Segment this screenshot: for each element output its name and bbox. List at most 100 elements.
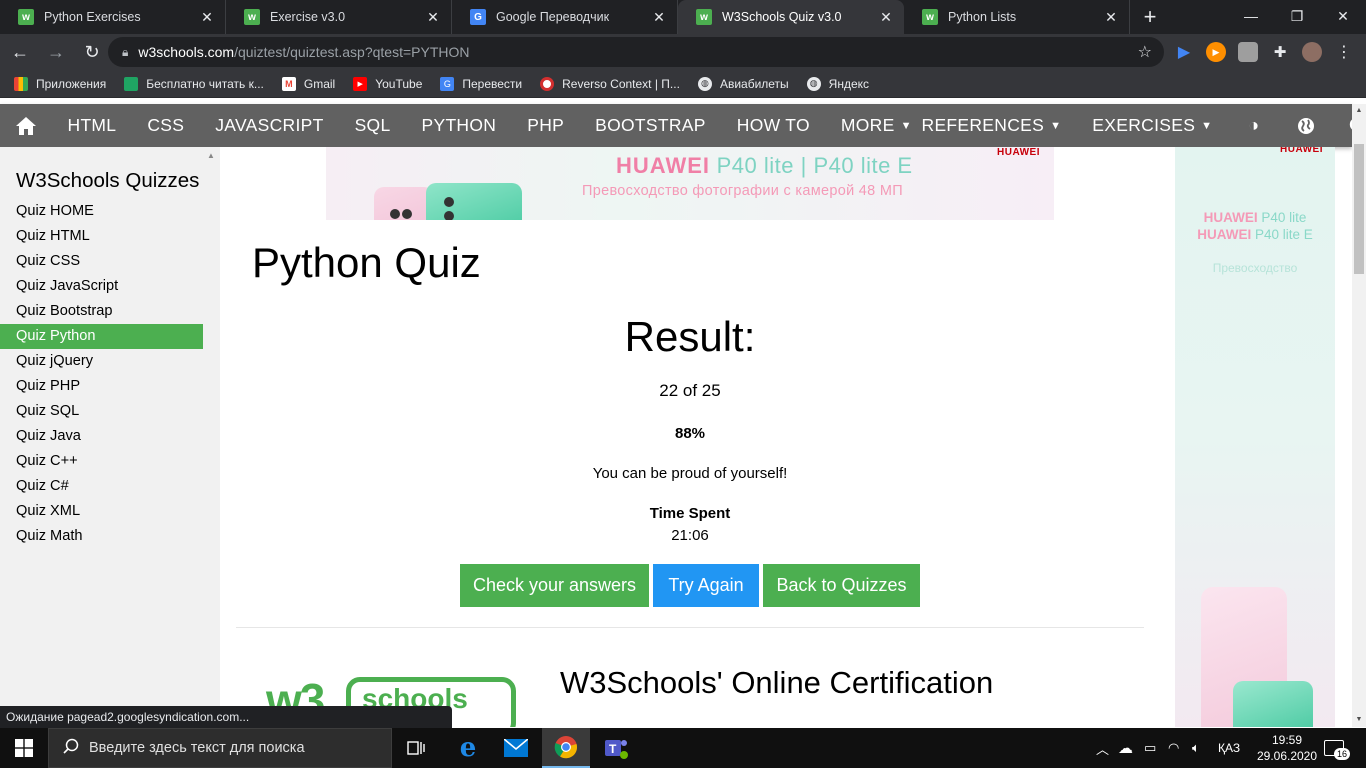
contrast-toggle-icon[interactable]: ◑ <box>1228 104 1280 147</box>
browser-tab[interactable]: w Python Lists ✕ <box>904 0 1130 34</box>
scroll-down-arrow-icon[interactable]: ▼ <box>1352 713 1366 727</box>
nav-html[interactable]: HTML <box>52 104 132 147</box>
sidebar-link-quiz-math[interactable]: Quiz Math <box>0 524 203 549</box>
nav-exercises-label: EXERCISES <box>1092 115 1196 135</box>
nav-css[interactable]: CSS <box>132 104 200 147</box>
globe-translate-icon[interactable] <box>1280 104 1332 147</box>
volume-icon[interactable]: 🔈︎ <box>1192 728 1200 768</box>
media-extension-icon[interactable]: ▶ <box>1206 42 1226 62</box>
page-scrollbar[interactable]: ▲ ▼ <box>1352 104 1366 727</box>
close-tab-icon[interactable]: ✕ <box>1103 9 1119 26</box>
sidebar-link-quiz-cplusplus[interactable]: Quiz C++ <box>0 449 203 474</box>
bookmark-item[interactable]: G Перевести <box>440 76 522 91</box>
nav-javascript[interactable]: JAVASCRIPT <box>200 104 339 147</box>
top-advertisement-banner[interactable]: HUAWEI HUAWEI P40 lite | P40 lite E Прев… <box>326 147 1054 220</box>
forward-arrow-icon[interactable]: → <box>40 36 72 68</box>
address-bar[interactable]: 🔒︎ w3schools.com/quiztest/quiztest.asp?q… <box>108 37 1164 67</box>
apps-grid-icon <box>14 76 28 91</box>
screenshot-extension-icon[interactable] <box>1238 42 1258 62</box>
mail-icon[interactable] <box>492 728 540 768</box>
task-view-icon[interactable] <box>392 728 440 768</box>
ad-tagline: Превосходство фотографии с камерой 48 МП <box>582 183 903 199</box>
battery-icon[interactable]: ▭ <box>1144 728 1156 768</box>
extensions-puzzle-icon[interactable]: ✚ <box>1270 42 1290 62</box>
section-divider <box>236 627 1144 628</box>
bookmark-item[interactable]: ◍ Авиабилеты <box>697 76 789 91</box>
browser-tab-active[interactable]: w W3Schools Quiz v3.0 ✕ <box>678 0 904 34</box>
sidebar-link-quiz-css[interactable]: Quiz CSS <box>0 249 203 274</box>
browser-tab[interactable]: w Python Exercises ✕ <box>0 0 226 34</box>
back-to-quizzes-button[interactable]: Back to Quizzes <box>763 564 920 607</box>
check-answers-button[interactable]: Check your answers <box>460 564 649 607</box>
sidebar-link-quiz-javascript[interactable]: Quiz JavaScript <box>0 274 203 299</box>
w3schools-favicon-icon: w <box>922 9 938 25</box>
sidebar-link-quiz-php[interactable]: Quiz PHP <box>0 374 203 399</box>
close-tab-icon[interactable]: ✕ <box>425 9 441 26</box>
sidebar-link-quiz-html[interactable]: Quiz HTML <box>0 224 203 249</box>
sidebar-link-quiz-java[interactable]: Quiz Java <box>0 424 203 449</box>
scroll-up-arrow-icon[interactable]: ▲ <box>1352 104 1366 118</box>
minimize-window-icon[interactable]: — <box>1228 0 1274 32</box>
profile-avatar[interactable] <box>1302 42 1322 62</box>
nav-references-label: REFERENCES <box>921 115 1045 135</box>
nav-references[interactable]: REFERENCES ▼ <box>906 104 1077 147</box>
w3schools-favicon-icon: w <box>696 9 712 25</box>
edge-browser-icon[interactable]: e <box>444 728 492 768</box>
url-host: w3schools.com <box>138 44 235 60</box>
sidebar-scroll-up-icon[interactable]: ▲ <box>207 151 215 160</box>
taskbar-clock[interactable]: 19:59 29.06.2020 <box>1252 732 1322 764</box>
try-again-button[interactable]: Try Again <box>653 564 759 607</box>
nav-how-to[interactable]: HOW TO <box>721 104 825 147</box>
bookmark-item[interactable]: Reverso Context | П... <box>540 76 680 91</box>
bookmark-apps[interactable]: Приложения <box>14 76 106 91</box>
nav-exercises[interactable]: EXERCISES ▼ <box>1077 104 1228 147</box>
scrollbar-thumb[interactable] <box>1354 144 1364 274</box>
browser-tab[interactable]: w Exercise v3.0 ✕ <box>226 0 452 34</box>
bookmark-item[interactable]: ▶ YouTube <box>353 76 422 91</box>
svg-text:T: T <box>609 742 617 756</box>
nav-php[interactable]: PHP <box>512 104 580 147</box>
huawei-logo: HUAWEI <box>997 147 1040 158</box>
close-tab-icon[interactable]: ✕ <box>199 9 215 26</box>
chrome-icon[interactable] <box>542 728 590 768</box>
maximize-window-icon[interactable]: ❐ <box>1274 0 1320 32</box>
back-arrow-icon[interactable]: ← <box>4 36 36 68</box>
close-tab-icon[interactable]: ✕ <box>651 9 667 26</box>
nav-more-label: MORE <box>840 115 895 135</box>
bookmark-item[interactable]: ◍ Яндекс <box>806 76 869 91</box>
browser-tab[interactable]: G Google Переводчик ✕ <box>452 0 678 34</box>
right-advertisement-banner[interactable]: HUAWEI HUAWEI P40 lite HUAWEI P40 lite E… <box>1175 147 1335 727</box>
play-extension-icon[interactable]: ▶ <box>1174 42 1194 62</box>
nav-python[interactable]: PYTHON <box>406 104 512 147</box>
sidebar-link-quiz-xml[interactable]: Quiz XML <box>0 499 203 524</box>
taskbar-search-input[interactable]: Введите здесь текст для поиска <box>48 728 392 768</box>
new-tab-icon[interactable]: + <box>1130 0 1170 34</box>
nav-bootstrap[interactable]: BOOTSTRAP <box>580 104 722 147</box>
sidebar-link-quiz-csharp[interactable]: Quiz C# <box>0 474 203 499</box>
sidebar-link-quiz-python[interactable]: Quiz Python <box>0 324 203 349</box>
huawei-logo: HUAWEI <box>1280 147 1323 155</box>
close-tab-icon[interactable]: ✕ <box>878 9 894 26</box>
teams-icon[interactable]: T <box>592 728 640 768</box>
input-language-indicator[interactable]: ҚАЗ <box>1218 728 1240 768</box>
bookmark-item[interactable]: Бесплатно читать к... <box>124 76 264 91</box>
onedrive-cloud-icon[interactable]: ☁ <box>1118 728 1133 768</box>
sidebar-link-quiz-bootstrap[interactable]: Quiz Bootstrap <box>0 299 203 324</box>
windows-start-icon[interactable] <box>0 728 48 768</box>
bookmark-label: Бесплатно читать к... <box>146 76 264 91</box>
wifi-icon[interactable]: ◠ <box>1168 728 1179 768</box>
tray-overflow-chevron-icon[interactable]: ︿ <box>1096 728 1109 768</box>
home-icon[interactable] <box>0 104 52 147</box>
chrome-menu-icon[interactable]: ⋮ <box>1334 42 1354 62</box>
close-window-icon[interactable]: ✕ <box>1320 0 1366 32</box>
sidebar-link-quiz-sql[interactable]: Quiz SQL <box>0 399 203 424</box>
nav-sql[interactable]: SQL <box>339 104 406 147</box>
youtube-icon: ▶ <box>353 76 368 91</box>
notification-center-icon[interactable]: 16 <box>1324 728 1351 768</box>
bookmark-item[interactable]: M Gmail <box>281 76 335 91</box>
ad-phone-image <box>426 183 522 220</box>
reload-icon[interactable]: ↻ <box>76 36 108 68</box>
bookmark-star-icon[interactable]: ☆ <box>1138 42 1152 62</box>
sidebar-link-quiz-jquery[interactable]: Quiz jQuery <box>0 349 203 374</box>
sidebar-link-quiz-home[interactable]: Quiz HOME <box>0 199 203 224</box>
